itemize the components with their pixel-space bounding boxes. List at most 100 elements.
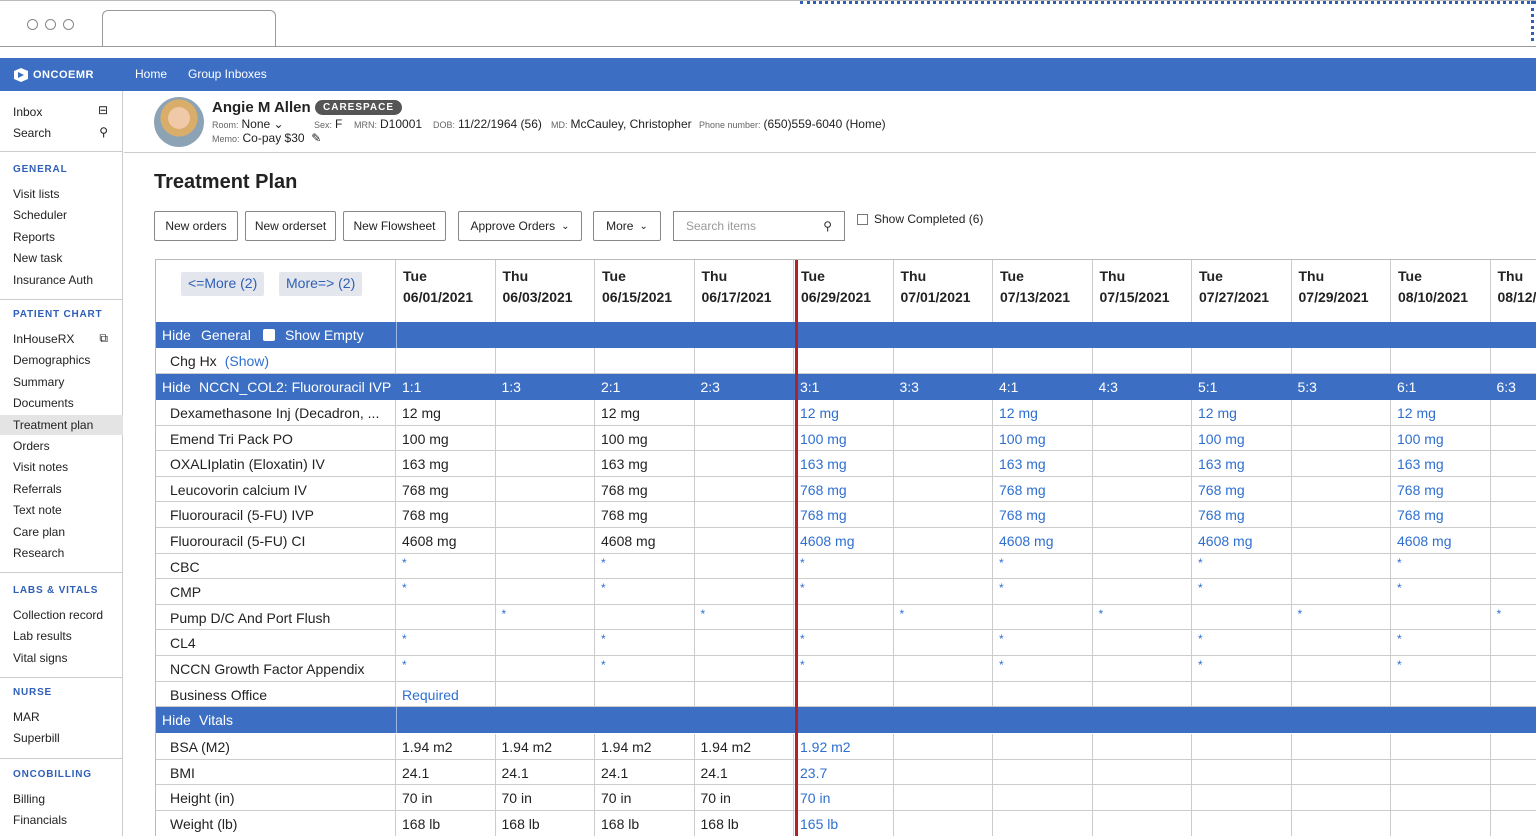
table-cell[interactable]: 163 mg <box>1192 451 1292 477</box>
table-cell[interactable]: * <box>993 656 1093 681</box>
table-cell[interactable]: * <box>396 553 496 579</box>
table-cell[interactable]: * <box>794 579 894 605</box>
table-cell[interactable]: * <box>1391 630 1491 656</box>
inbox-icon[interactable]: ⊟ <box>98 103 108 117</box>
more-right-button[interactable]: More=> (2) <box>279 272 363 296</box>
table-cell[interactable]: * <box>894 604 993 630</box>
table-cell[interactable]: 12 mg <box>993 400 1093 425</box>
date-column-header[interactable]: Tue 06/29/2021 <box>794 260 894 322</box>
show-empty-checkbox[interactable] <box>263 329 275 341</box>
sidebar-item-referrals[interactable]: Referrals <box>13 482 62 496</box>
table-cell[interactable]: * <box>993 553 1093 579</box>
table-cell[interactable]: * <box>794 656 894 681</box>
table-cell[interactable]: * <box>1391 579 1491 605</box>
memo-field[interactable]: Memo: Co-pay $30 ✎ <box>212 131 321 145</box>
nav-group-inboxes[interactable]: Group Inboxes <box>188 67 267 81</box>
sidebar-item-demographics[interactable]: Demographics <box>13 353 90 367</box>
date-column-header[interactable]: Thu 06/03/2021 <box>496 260 595 322</box>
table-cell[interactable]: * <box>695 604 794 630</box>
table-cell[interactable]: 24.1 <box>695 759 794 785</box>
table-cell[interactable]: 768 mg <box>595 502 695 528</box>
table-cell[interactable]: * <box>595 656 695 681</box>
date-column-header[interactable]: Tue 07/27/2021 <box>1192 260 1292 322</box>
regimen-hide-toggle[interactable]: Hide <box>162 379 191 395</box>
table-cell[interactable]: 768 mg <box>993 476 1093 502</box>
carespace-badge[interactable]: CARESPACE <box>315 100 403 115</box>
sidebar-item-new-task[interactable]: New task <box>13 251 62 265</box>
new-orderset-button[interactable]: New orderset <box>245 211 336 241</box>
external-link-icon[interactable]: ⧉ <box>99 331 108 346</box>
table-cell[interactable]: 12 mg <box>595 400 695 425</box>
table-cell[interactable]: * <box>1192 553 1292 579</box>
table-cell[interactable]: 100 mg <box>1391 425 1491 451</box>
close-dot-icon[interactable] <box>27 19 38 30</box>
table-cell[interactable]: 168 lb <box>396 811 496 836</box>
sidebar-item-documents[interactable]: Documents <box>13 396 74 410</box>
table-cell[interactable]: 100 mg <box>993 425 1093 451</box>
room-field[interactable]: Room: None ⌄ <box>212 117 284 131</box>
table-cell[interactable]: 163 mg <box>993 451 1093 477</box>
sidebar-item-summary[interactable]: Summary <box>13 375 64 389</box>
pencil-icon[interactable]: ✎ <box>311 131 321 145</box>
sidebar-item-billing[interactable]: Billing <box>13 792 45 806</box>
table-cell[interactable]: 4608 mg <box>1391 528 1491 553</box>
sidebar-item-research[interactable]: Research <box>13 546 64 560</box>
table-cell[interactable]: 768 mg <box>1192 476 1292 502</box>
table-cell[interactable]: 4608 mg <box>794 528 894 553</box>
table-cell[interactable]: 1.94 m2 <box>396 734 496 760</box>
table-cell[interactable]: * <box>1491 605 1536 630</box>
table-cell[interactable]: 70 in <box>794 785 894 811</box>
sidebar-item-visit-lists[interactable]: Visit lists <box>13 187 59 201</box>
table-cell[interactable]: * <box>1192 656 1292 681</box>
table-cell[interactable]: 1.92 m2 <box>794 734 894 760</box>
table-cell[interactable]: * <box>396 579 496 605</box>
table-cell[interactable]: * <box>1192 630 1292 656</box>
date-column-header[interactable]: Tue 07/13/2021 <box>993 260 1093 322</box>
table-cell[interactable]: * <box>595 579 695 605</box>
table-cell[interactable]: 23.7 <box>794 759 894 785</box>
table-cell[interactable]: * <box>1391 553 1491 579</box>
window-controls[interactable] <box>27 19 74 30</box>
date-column-header[interactable]: Thu 07/01/2021 <box>894 260 993 322</box>
table-cell[interactable]: 70 in <box>595 785 695 811</box>
show-completed-checkbox[interactable]: Show Completed (6) <box>857 212 983 226</box>
logo[interactable]: ONCOEMR <box>13 67 94 83</box>
table-cell[interactable]: 4608 mg <box>1192 528 1292 553</box>
search-icon[interactable]: ⚲ <box>99 125 108 139</box>
table-cell[interactable]: 1.94 m2 <box>695 734 794 760</box>
table-cell[interactable]: * <box>1391 656 1491 681</box>
table-cell[interactable]: 768 mg <box>794 502 894 528</box>
table-cell[interactable]: * <box>496 604 595 630</box>
maximize-dot-icon[interactable] <box>63 19 74 30</box>
vitals-hide-toggle[interactable]: Hide <box>162 712 191 728</box>
table-cell[interactable]: 24.1 <box>595 759 695 785</box>
table-cell[interactable]: 12 mg <box>396 400 496 425</box>
table-cell[interactable]: 12 mg <box>1391 400 1491 425</box>
table-cell[interactable]: Required <box>396 681 496 707</box>
sidebar-item-text-note[interactable]: Text note <box>13 503 62 517</box>
sidebar-item-insurance-auth[interactable]: Insurance Auth <box>13 273 93 287</box>
chg-hx-show-link[interactable]: (Show) <box>225 353 269 369</box>
table-cell[interactable]: 163 mg <box>595 451 695 477</box>
table-cell[interactable]: 165 lb <box>794 811 894 836</box>
table-cell[interactable]: 168 lb <box>595 811 695 836</box>
table-cell[interactable]: * <box>993 579 1093 605</box>
table-cell[interactable]: 4608 mg <box>396 528 496 553</box>
table-cell[interactable]: * <box>396 656 496 681</box>
table-cell[interactable]: 70 in <box>496 785 595 811</box>
table-cell[interactable]: 24.1 <box>496 759 595 785</box>
sidebar-item-care-plan[interactable]: Care plan <box>13 525 65 539</box>
table-cell[interactable]: 163 mg <box>1391 451 1491 477</box>
table-cell[interactable]: 163 mg <box>794 451 894 477</box>
table-cell[interactable]: * <box>794 553 894 579</box>
more-left-button[interactable]: <=More (2) <box>181 272 265 296</box>
sidebar-item-inhouserx[interactable]: InHouseRX <box>13 332 74 346</box>
sidebar-item-financials[interactable]: Financials <box>13 813 67 827</box>
search-input[interactable]: Search items ⚲ <box>673 211 845 241</box>
sidebar-item-inbox[interactable]: Inbox <box>13 105 42 119</box>
date-column-header[interactable]: Tue 06/15/2021 <box>595 260 695 322</box>
table-cell[interactable]: * <box>396 630 496 656</box>
table-cell[interactable]: 1.94 m2 <box>496 734 595 760</box>
sidebar-item-orders[interactable]: Orders <box>13 439 50 453</box>
table-cell[interactable]: 12 mg <box>1192 400 1292 425</box>
